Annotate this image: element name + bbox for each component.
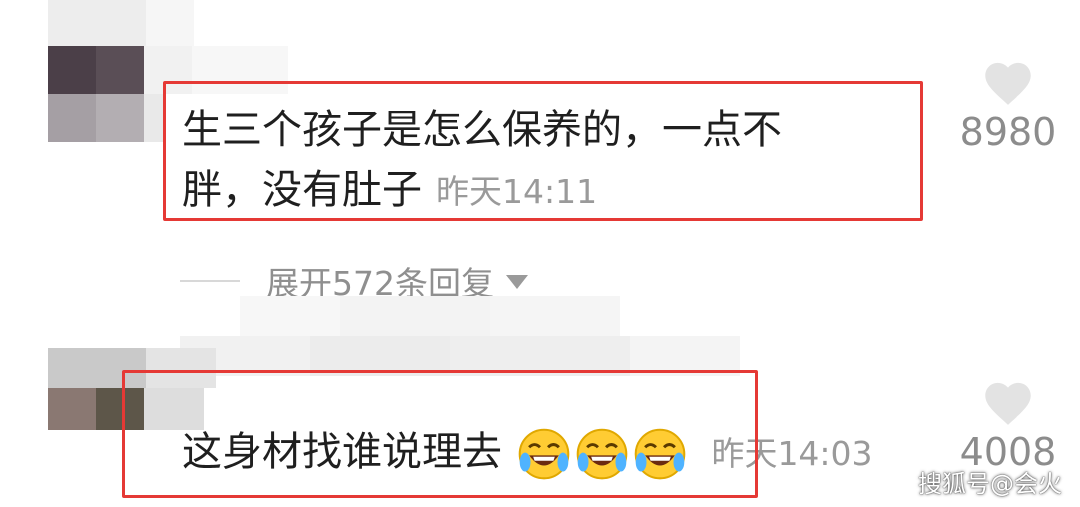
- comment-1-highlight-box: [163, 81, 923, 221]
- comment-1-like-button[interactable]: 8980: [953, 56, 1063, 152]
- heart-icon: [953, 376, 1063, 426]
- censored-blur-strip: [180, 296, 740, 376]
- comment-1-like-count: 8980: [959, 110, 1057, 154]
- comment-2-highlight-box: [122, 370, 758, 498]
- divider: [180, 280, 240, 282]
- triangle-down-icon: [506, 275, 528, 289]
- comment-2-like-button[interactable]: 4008: [953, 376, 1063, 472]
- heart-icon: [953, 56, 1063, 106]
- watermark: 搜狐号@会火: [918, 470, 1062, 498]
